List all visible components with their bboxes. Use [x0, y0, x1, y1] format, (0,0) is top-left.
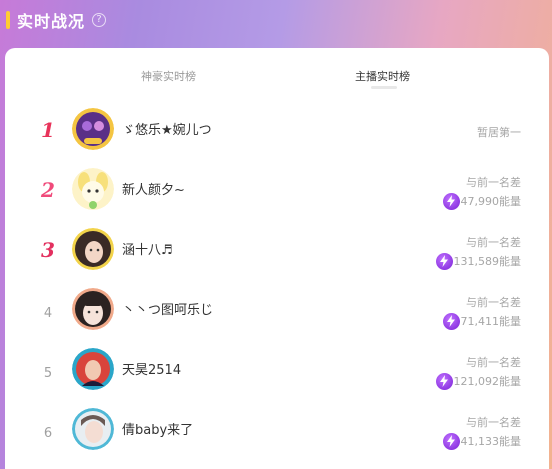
rank-number: 4	[43, 306, 53, 321]
gap-label: 与前一名差	[466, 296, 521, 309]
header-bar: 实时战况 ?	[0, 0, 552, 40]
rank-number: 2	[41, 178, 55, 202]
active-tab-indicator	[371, 86, 397, 89]
avatar[interactable]	[72, 108, 114, 150]
gap-label: 与前一名差	[466, 416, 521, 429]
list-item[interactable]: 6 倩baby来了 与前一名差 41,133能量	[5, 406, 549, 466]
list-item[interactable]: 2 新人颜夕~ 与前一名差 47,990能量	[5, 166, 549, 226]
avatar[interactable]	[72, 288, 114, 330]
lightning-icon	[435, 372, 453, 390]
rank-number: 6	[43, 426, 53, 441]
energy-gap: 41,133能量	[442, 432, 522, 450]
energy-value: 71,411能量	[460, 315, 522, 328]
ranking-panel: 神豪实时榜 主播实时榜 1 ゞ悠乐★婉儿つ 暂居第一 2 新人颜夕~ 与前一名差…	[5, 48, 549, 469]
page-title: 实时战况	[17, 12, 86, 31]
rank-status: 暂居第一	[477, 126, 521, 139]
anchor-name[interactable]: ゞ悠乐★婉儿つ	[122, 119, 212, 138]
question-icon[interactable]: ?	[92, 13, 107, 27]
anchor-name[interactable]: 天昊2514	[122, 359, 181, 378]
gap-label: 与前一名差	[466, 356, 521, 369]
energy-value: 131,589能量	[453, 255, 522, 268]
energy-gap: 131,589能量	[435, 252, 522, 270]
anchor-name[interactable]: 倩baby来了	[122, 419, 193, 438]
energy-gap: 71,411能量	[442, 312, 522, 330]
energy-value: 41,133能量	[460, 435, 522, 448]
energy-value: 47,990能量	[460, 195, 522, 208]
list-item[interactable]: 4 丶丶つ图呵乐じ 与前一名差 71,411能量	[5, 286, 549, 346]
tab-rich-list[interactable]: 神豪实时榜	[141, 68, 196, 84]
lightning-icon	[442, 432, 460, 450]
gap-label: 与前一名差	[466, 176, 521, 189]
anchor-name[interactable]: 丶丶つ图呵乐じ	[122, 299, 213, 318]
list-item[interactable]: 1 ゞ悠乐★婉儿つ 暂居第一	[5, 106, 549, 166]
anchor-name[interactable]: 涵十八♬	[122, 239, 173, 258]
list-item[interactable]: 3 涵十八♬ 与前一名差 131,589能量	[5, 226, 549, 286]
rank-number: 5	[43, 366, 53, 381]
gap-label: 与前一名差	[466, 236, 521, 249]
lightning-icon	[442, 192, 460, 210]
list-item[interactable]: 5 天昊2514 与前一名差 121,092能量	[5, 346, 549, 406]
lightning-icon	[442, 312, 460, 330]
title-accent	[6, 11, 10, 29]
energy-gap: 47,990能量	[442, 192, 522, 210]
avatar[interactable]	[72, 228, 114, 270]
avatar[interactable]	[72, 408, 114, 450]
lightning-icon	[435, 252, 453, 270]
energy-gap: 121,092能量	[435, 372, 522, 390]
rank-number: 3	[41, 238, 55, 262]
avatar[interactable]	[72, 348, 114, 390]
energy-value: 121,092能量	[453, 375, 522, 388]
anchor-name[interactable]: 新人颜夕~	[122, 179, 185, 198]
tab-bar: 神豪实时榜 主播实时榜	[5, 48, 549, 96]
rank-number: 1	[41, 118, 55, 142]
tab-anchor-list[interactable]: 主播实时榜	[355, 68, 410, 84]
avatar[interactable]	[72, 168, 114, 210]
